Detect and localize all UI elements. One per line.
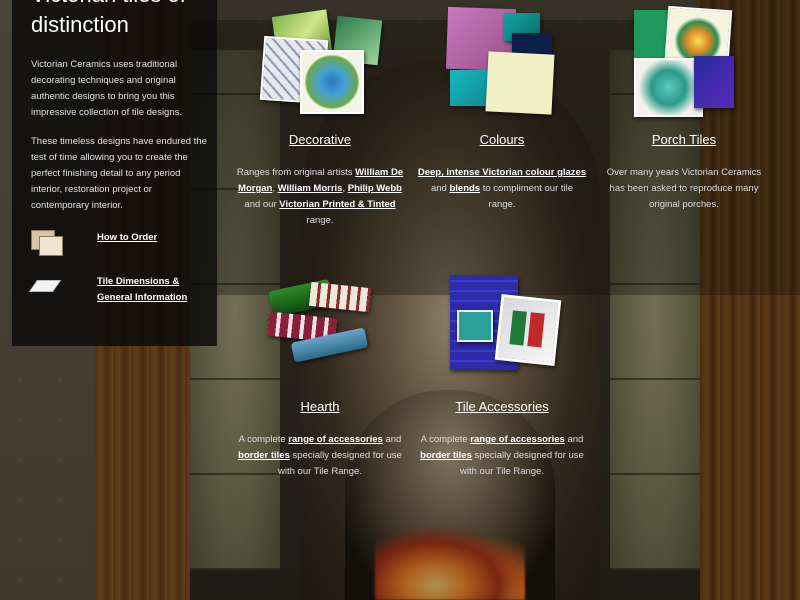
tile-slab-icon xyxy=(28,274,62,296)
how-to-order-link-row[interactable]: How to Order xyxy=(31,230,157,256)
card-tile-accessories: Tile Accessories A complete range of acc… xyxy=(412,275,592,480)
hearth-border-tiles-link[interactable]: border tiles xyxy=(238,450,290,461)
colours-title-link[interactable]: Colours xyxy=(412,132,592,147)
card-colours: Colours Deep, intense Victorian colour g… xyxy=(412,6,592,213)
porch-tiles-title-link[interactable]: Porch Tiles xyxy=(594,132,774,147)
decorative-thumbnail[interactable] xyxy=(230,8,410,123)
colours-description: Deep, intense Victorian colour glazes an… xyxy=(417,167,587,210)
tile-dimensions-link-row[interactable]: Tile Dimensions & General Information xyxy=(28,274,187,303)
hearth-thumbnail[interactable] xyxy=(230,275,410,390)
page-title: Victorian tiles of distinction xyxy=(31,0,186,37)
hearth-range-link[interactable]: range of accessories xyxy=(288,434,383,445)
decorative-title-link[interactable]: Decorative xyxy=(230,132,410,147)
porch-tiles-thumbnail[interactable] xyxy=(594,5,774,123)
tile-accessories-description: A complete range of accessories and bord… xyxy=(420,434,584,477)
box-stack-icon xyxy=(31,230,63,256)
hearth-title-link[interactable]: Hearth xyxy=(230,399,410,414)
intro-text-2: These timeless designs have endured the … xyxy=(31,136,207,211)
accessories-border-tiles-link[interactable]: border tiles xyxy=(420,450,472,461)
colours-thumbnail[interactable] xyxy=(412,6,592,123)
decorative-description: Ranges from original artists William De … xyxy=(236,167,404,226)
card-porch-tiles: Porch Tiles Over many years Victorian Ce… xyxy=(594,5,774,213)
accessories-range-link[interactable]: range of accessories xyxy=(470,434,565,445)
intro-text: Victorian Ceramics uses traditional deco… xyxy=(31,59,183,118)
how-to-order-link[interactable]: How to Order xyxy=(97,230,217,246)
tile-accessories-title-link[interactable]: Tile Accessories xyxy=(412,399,592,414)
blends-link[interactable]: blends xyxy=(449,183,480,194)
tile-accessories-thumbnail[interactable] xyxy=(412,275,592,390)
victorian-printed-tinted-link[interactable]: Victorian Printed & Tinted xyxy=(279,199,395,210)
porch-tiles-description: Over many years Victorian Ceramics has b… xyxy=(606,167,762,210)
card-hearth: Hearth A complete range of accessories a… xyxy=(230,275,410,480)
info-panel: Victorian tiles of distinction Victorian… xyxy=(12,0,217,346)
william-morris-link[interactable]: William Morris xyxy=(278,183,343,194)
colour-glazes-link[interactable]: Deep, intense Victorian colour glazes xyxy=(418,167,586,178)
hearth-description: A complete range of accessories and bord… xyxy=(238,434,402,477)
tile-dimensions-link[interactable]: Tile Dimensions & General Information xyxy=(97,274,217,306)
philip-webb-link[interactable]: Philip Webb xyxy=(348,183,402,194)
card-decorative: Decorative Ranges from original artists … xyxy=(230,8,410,229)
